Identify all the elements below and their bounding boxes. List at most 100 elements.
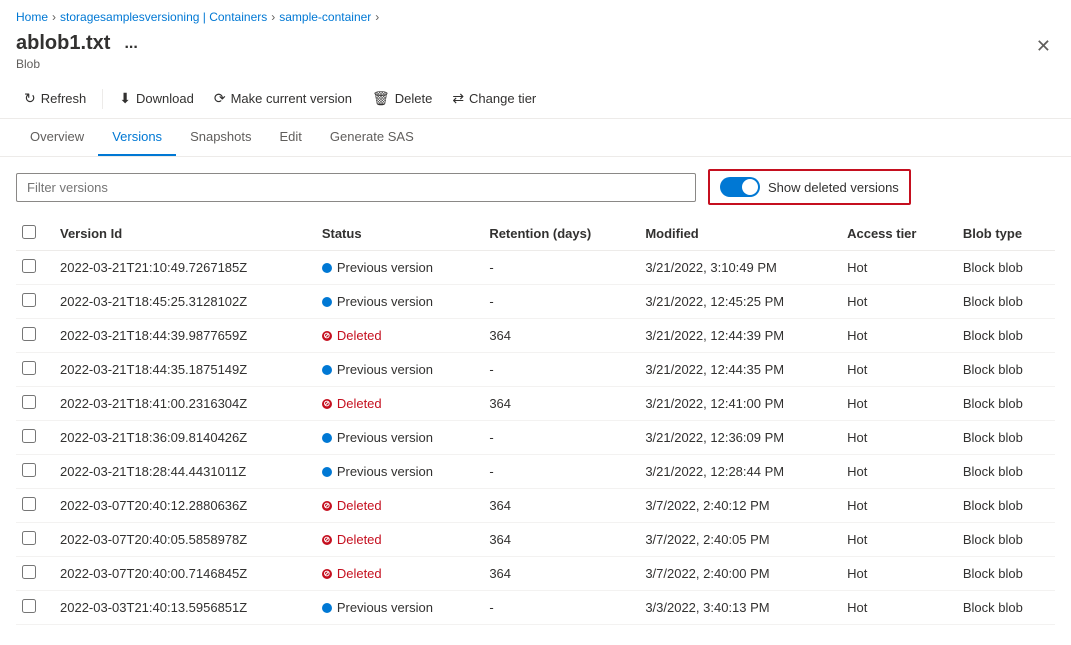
access-tier-cell: Hot [835,285,951,319]
version-id-cell: 2022-03-21T21:10:49.7267185Z [48,251,310,285]
breadcrumb: Home › storagesamplesversioning | Contai… [0,0,1071,28]
tab-snapshots[interactable]: Snapshots [176,119,265,156]
row-checkbox-cell [16,489,48,523]
table-row: 2022-03-07T20:40:12.2880636Z⊘Deleted3643… [16,489,1055,523]
more-options-button[interactable]: ... [118,33,143,55]
make-current-version-button[interactable]: ⟳ Make current version [206,85,360,112]
access-tier-cell: Hot [835,353,951,387]
status-badge: Previous version [322,600,465,615]
table-row: 2022-03-21T18:45:25.3128102ZPrevious ver… [16,285,1055,319]
page-title: ablob1.txt [16,32,110,55]
status-badge: ⊘Deleted [322,328,465,343]
show-deleted-toggle[interactable] [720,177,760,197]
modified-cell: 3/7/2022, 2:40:12 PM [633,489,835,523]
status-dot: ⊘ [322,399,332,409]
status-cell: Previous version [310,591,477,625]
status-badge: ⊘Deleted [322,498,465,513]
blob-type-cell: Block blob [951,387,1055,421]
modified-cell: 3/21/2022, 12:28:44 PM [633,455,835,489]
status-cell: Previous version [310,421,477,455]
tabs: Overview Versions Snapshots Edit Generat… [0,119,1071,157]
status-badge: Previous version [322,294,465,309]
version-id-cell: 2022-03-07T20:40:05.5858978Z [48,523,310,557]
row-checkbox[interactable] [22,497,36,511]
modified-cell: 3/21/2022, 12:44:39 PM [633,319,835,353]
close-button[interactable]: ✕ [1032,32,1055,61]
row-checkbox[interactable] [22,259,36,273]
row-checkbox-cell [16,319,48,353]
row-checkbox-cell [16,387,48,421]
col-blob-type: Blob type [951,217,1055,251]
retention-cell: - [477,421,633,455]
version-id-cell: 2022-03-03T21:40:13.5956851Z [48,591,310,625]
row-checkbox-cell [16,353,48,387]
access-tier-cell: Hot [835,523,951,557]
content-area: Show deleted versions Version Id Status … [0,157,1071,637]
tab-edit[interactable]: Edit [266,119,316,156]
select-all-checkbox[interactable] [22,225,36,239]
modified-cell: 3/21/2022, 12:36:09 PM [633,421,835,455]
blob-type-cell: Block blob [951,557,1055,591]
access-tier-cell: Hot [835,489,951,523]
retention-cell: 364 [477,557,633,591]
status-cell: Previous version [310,455,477,489]
version-id-cell: 2022-03-21T18:44:39.9877659Z [48,319,310,353]
status-dot [322,603,332,613]
modified-cell: 3/21/2022, 12:45:25 PM [633,285,835,319]
table-row: 2022-03-07T20:40:00.7146845Z⊘Deleted3643… [16,557,1055,591]
retention-cell: 364 [477,387,633,421]
col-access-tier: Access tier [835,217,951,251]
row-checkbox[interactable] [22,429,36,443]
refresh-button[interactable]: ↻ Refresh [16,85,94,112]
breadcrumb-container[interactable]: sample-container [279,10,371,24]
tab-overview[interactable]: Overview [16,119,98,156]
row-checkbox[interactable] [22,565,36,579]
retention-cell: 364 [477,489,633,523]
status-badge: ⊘Deleted [322,396,465,411]
breadcrumb-home[interactable]: Home [16,10,48,24]
row-checkbox[interactable] [22,327,36,341]
status-dot [322,467,332,477]
status-dot [322,297,332,307]
row-checkbox-cell [16,285,48,319]
retention-cell: - [477,591,633,625]
table-row: 2022-03-21T18:41:00.2316304Z⊘Deleted3643… [16,387,1055,421]
status-badge: Previous version [322,362,465,377]
delete-button[interactable]: 🗑 Delete [364,85,440,112]
tab-generate-sas[interactable]: Generate SAS [316,119,428,156]
select-all-header [16,217,48,251]
filter-versions-input[interactable] [16,173,696,202]
table-header-row: Version Id Status Retention (days) Modif… [16,217,1055,251]
status-cell: ⊘Deleted [310,489,477,523]
breadcrumb-storage[interactable]: storagesamplesversioning | Containers [60,10,267,24]
retention-cell: 364 [477,319,633,353]
blob-type-cell: Block blob [951,285,1055,319]
status-cell: Previous version [310,285,477,319]
show-deleted-label: Show deleted versions [768,180,899,195]
table-row: 2022-03-21T18:36:09.8140426ZPrevious ver… [16,421,1055,455]
status-badge: ⊘Deleted [322,566,465,581]
status-cell: ⊘Deleted [310,523,477,557]
change-tier-icon: ⇄ [452,90,464,107]
table-row: 2022-03-03T21:40:13.5956851Z Previous ver… [16,591,1055,625]
row-checkbox[interactable] [22,395,36,409]
toggle-slider [720,177,760,197]
row-checkbox-cell [16,557,48,591]
tab-versions[interactable]: Versions [98,119,176,156]
change-tier-button[interactable]: ⇄ Change tier [444,85,544,112]
status-badge: Previous version [322,430,465,445]
blob-type-cell: Block blob [951,353,1055,387]
show-deleted-toggle-container: Show deleted versions [708,169,911,205]
modified-cell: 3/3/2022, 3:40:13 PM [633,591,835,625]
row-checkbox[interactable] [22,531,36,545]
row-checkbox[interactable] [22,293,36,307]
retention-cell: - [477,251,633,285]
status-dot: ⊘ [322,331,332,341]
row-checkbox[interactable] [22,463,36,477]
row-checkbox[interactable] [22,361,36,375]
download-button[interactable]: ⬇ Download [111,85,202,112]
row-checkbox[interactable] [22,599,36,613]
version-id-cell: 2022-03-21T18:28:44.4431011Z [48,455,310,489]
status-dot: ⊘ [322,569,332,579]
toolbar: ↻ Refresh ⬇ Download ⟳ Make current vers… [0,79,1071,119]
